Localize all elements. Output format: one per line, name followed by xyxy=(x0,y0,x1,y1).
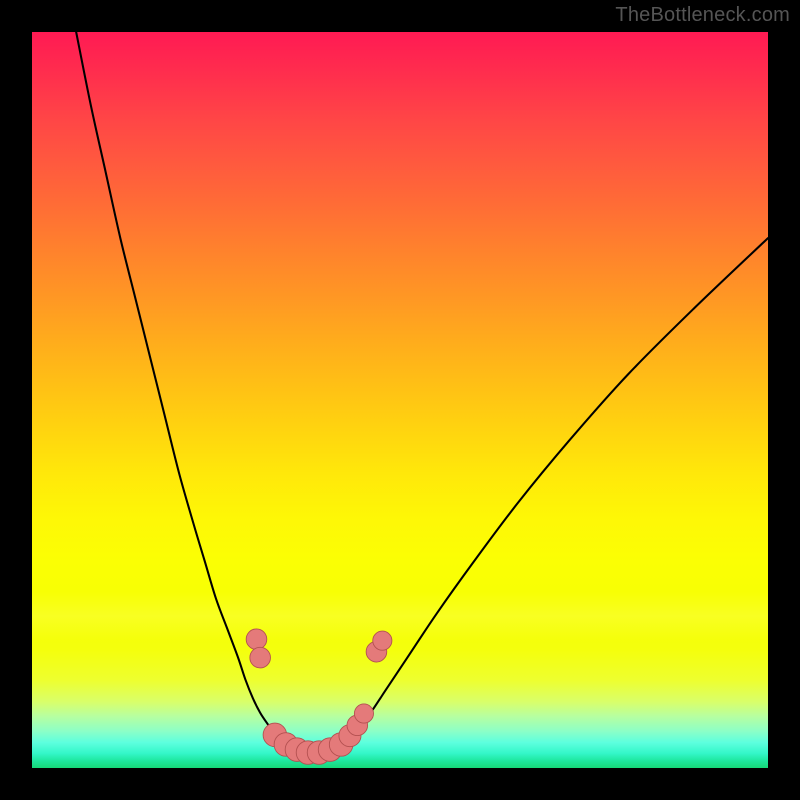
marker-dot xyxy=(250,647,271,668)
marker-group xyxy=(246,629,392,764)
marker-dot xyxy=(246,629,267,650)
watermark-text: TheBottleneck.com xyxy=(615,4,790,27)
marker-dot xyxy=(373,631,392,650)
chart-svg xyxy=(32,32,768,768)
marker-dot xyxy=(354,704,373,723)
curve-right-branch xyxy=(341,238,768,746)
plot-area xyxy=(32,32,768,768)
outer-frame: TheBottleneck.com xyxy=(0,0,800,800)
